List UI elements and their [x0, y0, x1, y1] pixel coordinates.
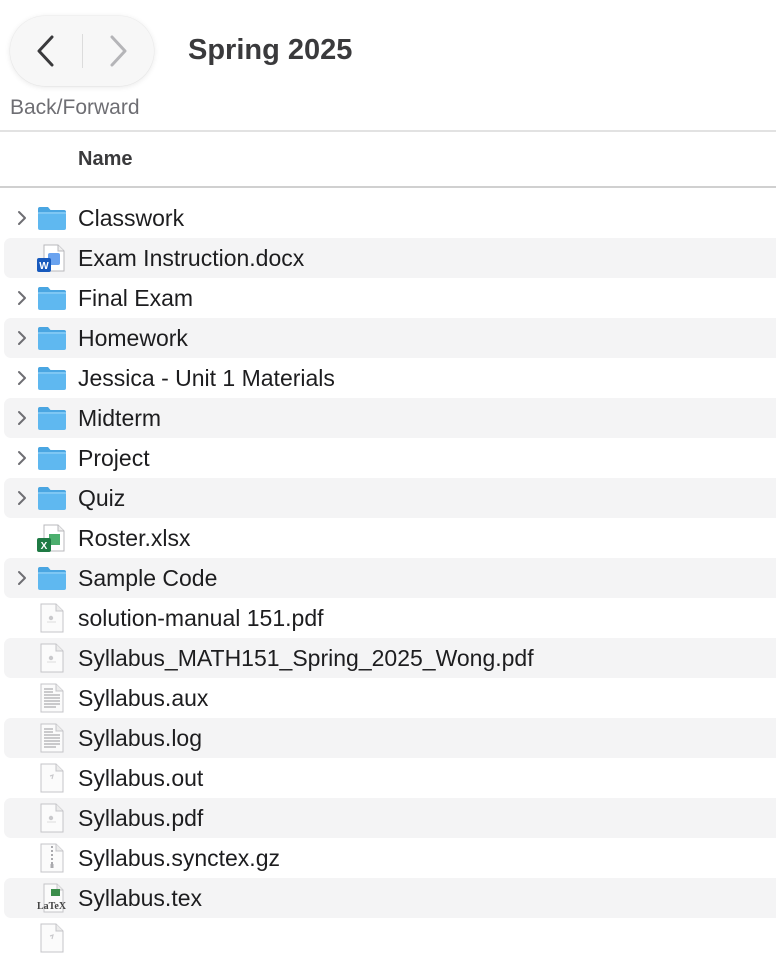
- file-list: Classwork W Exam Instruction.docx Final …: [0, 198, 776, 958]
- disclosure-chevron-icon[interactable]: [13, 209, 31, 227]
- item-name: Syllabus.log: [78, 725, 203, 751]
- file-row[interactable]: solution-manual 151.pdf: [0, 598, 776, 638]
- folder-row[interactable]: Midterm: [0, 398, 776, 438]
- chevron-left-icon: [37, 35, 54, 67]
- item-name: Project: [78, 445, 150, 471]
- window-title: Spring 2025: [188, 34, 353, 66]
- tex-document-icon: LaTeX: [36, 883, 68, 913]
- svg-text:W: W: [39, 261, 49, 272]
- folder-icon: [36, 483, 68, 513]
- disclosure-chevron-icon[interactable]: [13, 449, 31, 467]
- folder-icon: [36, 363, 68, 393]
- item-name: Syllabus_MATH151_Spring_2025_Wong.pdf: [78, 645, 534, 671]
- back-button[interactable]: [10, 16, 82, 86]
- column-header-name[interactable]: Name: [78, 148, 132, 171]
- folder-row[interactable]: Quiz: [0, 478, 776, 518]
- folder-row[interactable]: Project: [0, 438, 776, 478]
- folder-icon: [36, 563, 68, 593]
- item-name: Syllabus.pdf: [78, 805, 204, 831]
- column-header: Name: [0, 132, 776, 186]
- item-name: Sample Code: [78, 565, 218, 591]
- disclosure-chevron-icon[interactable]: [13, 489, 31, 507]
- pdf-document-icon: [36, 603, 68, 633]
- item-name: Final Exam: [78, 285, 194, 311]
- folder-row[interactable]: Sample Code: [0, 558, 776, 598]
- item-name: Midterm: [78, 405, 162, 431]
- disclosure-chevron-icon[interactable]: [13, 369, 31, 387]
- disclosure-chevron-icon[interactable]: [13, 409, 31, 427]
- item-name: Jessica - Unit 1 Materials: [78, 365, 335, 391]
- item-name: solution-manual 151.pdf: [78, 605, 324, 631]
- folder-icon: [36, 403, 68, 433]
- folder-row[interactable]: Jessica - Unit 1 Materials: [0, 358, 776, 398]
- svg-text:LaTeX: LaTeX: [37, 901, 67, 912]
- folder-icon: [36, 203, 68, 233]
- folder-icon: [36, 323, 68, 353]
- text-document-icon: [36, 683, 68, 713]
- disclosure-chevron-icon[interactable]: [13, 289, 31, 307]
- folder-row[interactable]: Homework: [0, 318, 776, 358]
- item-name: Syllabus.aux: [78, 685, 209, 711]
- file-row[interactable]: [0, 918, 776, 958]
- folder-row[interactable]: Classwork: [0, 198, 776, 238]
- header-divider: [0, 186, 776, 188]
- excel-document-icon: X: [36, 523, 68, 553]
- file-row[interactable]: W Exam Instruction.docx: [0, 238, 776, 278]
- folder-icon: [36, 283, 68, 313]
- back-forward-control: [10, 16, 154, 86]
- pdf-document-icon: [36, 803, 68, 833]
- item-name: Classwork: [78, 205, 185, 231]
- document-icon: [36, 763, 68, 793]
- chevron-right-icon: [110, 35, 127, 67]
- item-name: Homework: [78, 325, 188, 351]
- file-row[interactable]: Syllabus_MATH151_Spring_2025_Wong.pdf: [0, 638, 776, 678]
- forward-button[interactable]: [82, 16, 154, 86]
- file-row[interactable]: Syllabus.pdf: [0, 798, 776, 838]
- item-name: Syllabus.synctex.gz: [78, 845, 280, 871]
- archive-icon: [36, 843, 68, 873]
- item-name: Quiz: [78, 485, 126, 511]
- pdf-document-icon: [36, 643, 68, 673]
- file-row[interactable]: Syllabus.aux: [0, 678, 776, 718]
- file-row[interactable]: Syllabus.out: [0, 758, 776, 798]
- file-row[interactable]: X Roster.xlsx: [0, 518, 776, 558]
- item-name: Exam Instruction.docx: [78, 245, 305, 271]
- file-row[interactable]: LaTeX Syllabus.tex: [0, 878, 776, 918]
- toolbar: Back/Forward Spring 2025: [0, 0, 776, 130]
- folder-icon: [36, 443, 68, 473]
- word-document-icon: W: [36, 243, 68, 273]
- svg-text:X: X: [41, 541, 48, 552]
- item-name: Roster.xlsx: [78, 525, 191, 551]
- text-document-icon: [36, 723, 68, 753]
- file-row[interactable]: Syllabus.log: [0, 718, 776, 758]
- back-forward-caption: Back/Forward: [10, 96, 140, 119]
- disclosure-chevron-icon[interactable]: [13, 329, 31, 347]
- item-name: Syllabus.tex: [78, 885, 203, 911]
- file-row[interactable]: Syllabus.synctex.gz: [0, 838, 776, 878]
- folder-row[interactable]: Final Exam: [0, 278, 776, 318]
- item-name: Syllabus.out: [78, 765, 204, 791]
- disclosure-chevron-icon[interactable]: [13, 569, 31, 587]
